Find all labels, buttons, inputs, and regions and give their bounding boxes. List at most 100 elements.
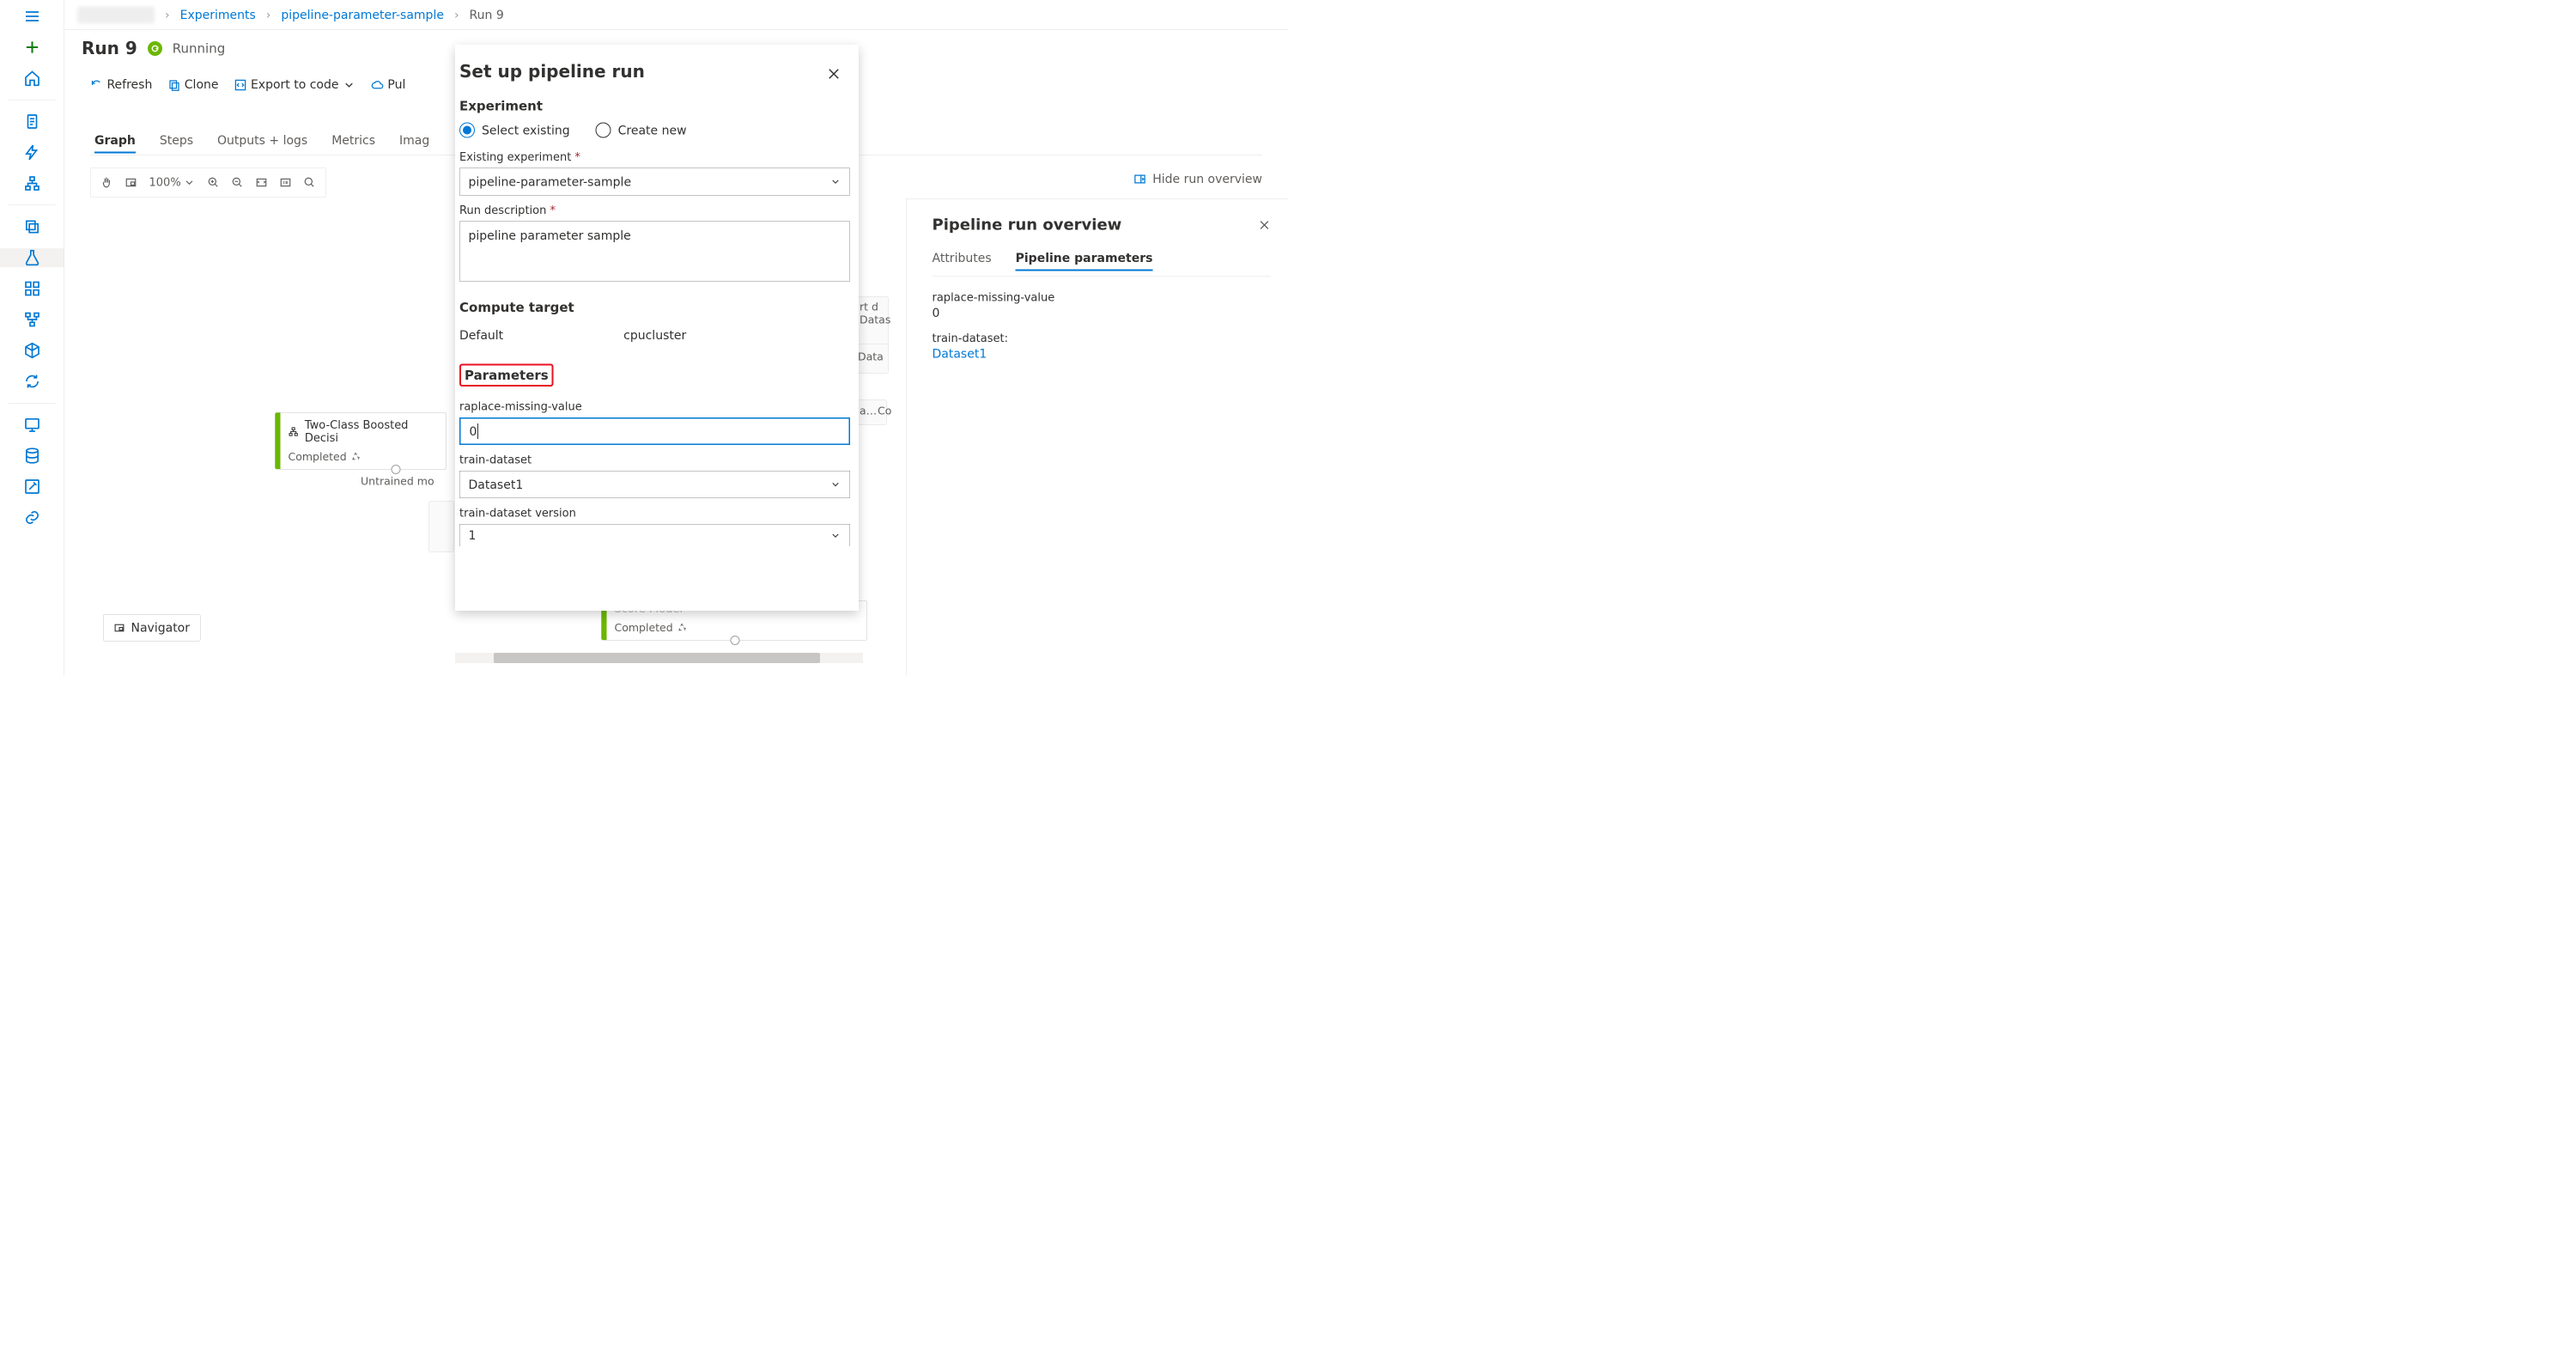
tab-graph[interactable]: Graph — [94, 133, 136, 154]
flask-icon — [23, 249, 40, 266]
clone-button[interactable]: Clone — [167, 77, 218, 92]
tab-images[interactable]: Imag — [399, 133, 429, 154]
lightning-icon — [23, 144, 40, 161]
radio-create-new[interactable]: Create new — [596, 123, 687, 138]
link-icon — [23, 509, 40, 527]
compute-value: cpucluster — [623, 328, 686, 343]
pipeline-run-overview-panel: Pipeline run overview Attributes Pipelin… — [906, 198, 1288, 675]
graph-bg-label: a… — [860, 405, 877, 417]
fit-icon[interactable] — [256, 177, 268, 189]
run-description-input[interactable]: pipeline parameter sample — [459, 222, 850, 282]
grid-icon — [23, 280, 40, 297]
breadcrumb-pipeline[interactable]: pipeline-parameter-sample — [281, 8, 444, 22]
sidebar-experiments[interactable] — [0, 248, 64, 267]
param-train-dataset-select[interactable]: Dataset1 — [459, 471, 850, 498]
sidebar-datastores[interactable] — [0, 447, 64, 466]
database-icon — [23, 448, 40, 465]
recycle-icon — [678, 623, 688, 632]
main-tabs: Graph Steps Outputs + logs Metrics Imag — [94, 133, 429, 154]
minimap-icon[interactable] — [125, 177, 137, 189]
tree-icon — [23, 175, 40, 192]
zoom-level[interactable]: 100% — [149, 176, 196, 189]
sidebar-linked[interactable] — [0, 509, 64, 527]
sidebar-hamburger[interactable] — [0, 7, 64, 26]
canvas-toolbar: 100% — [90, 167, 326, 198]
clipboard-icon — [23, 113, 40, 131]
graph-bg-node — [428, 501, 454, 552]
sidebar-automl[interactable] — [0, 143, 64, 162]
sidebar-environments[interactable] — [0, 372, 64, 391]
left-sidebar — [0, 0, 64, 676]
port-label: Untrained mo — [361, 475, 434, 488]
experiment-radio-group: Select existing Create new — [459, 123, 850, 138]
radio-select-existing[interactable]: Select existing — [459, 123, 570, 138]
panel-icon — [1133, 173, 1146, 186]
plus-icon — [23, 39, 40, 56]
edit-icon — [23, 478, 40, 496]
experiment-header: Experiment — [459, 99, 850, 114]
publish-button[interactable]: Pul — [371, 77, 405, 92]
node-output-port[interactable] — [392, 465, 401, 474]
chevron-right-icon: › — [454, 8, 459, 22]
workspace-name-redacted — [77, 6, 155, 23]
graph-hscroll-thumb[interactable] — [494, 653, 820, 663]
sidebar-endpoints[interactable] — [0, 341, 64, 360]
sidebar-notebooks[interactable] — [0, 113, 64, 131]
refresh-button[interactable]: Refresh — [90, 77, 152, 92]
navigator-button[interactable]: Navigator — [103, 614, 201, 642]
module-icon — [289, 426, 299, 437]
sidebar-home[interactable] — [0, 69, 64, 88]
page-title: Run 9 — [82, 39, 137, 58]
tab-attributes[interactable]: Attributes — [933, 251, 992, 271]
tab-metrics[interactable]: Metrics — [331, 133, 375, 154]
param-replace-missing-input[interactable]: 0 — [459, 417, 850, 445]
tab-outputs[interactable]: Outputs + logs — [217, 133, 307, 154]
overview-title: Pipeline run overview — [933, 216, 1272, 234]
node-output-port[interactable] — [731, 636, 740, 645]
sidebar-compute[interactable] — [0, 416, 64, 435]
sidebar-labeling[interactable] — [0, 478, 64, 496]
chevron-right-icon: › — [165, 8, 170, 22]
graph-bg-label: Co — [878, 405, 891, 417]
graph-bg-label: Datas — [860, 314, 890, 326]
compute-default-label: Default — [459, 328, 503, 343]
home-icon — [23, 70, 40, 87]
close-icon[interactable] — [1258, 219, 1271, 232]
clone-icon — [167, 79, 180, 92]
sidebar-pipelines[interactable] — [0, 279, 64, 298]
param-name: train-dataset: — [933, 332, 1272, 345]
breadcrumb: › Experiments › pipeline-parameter-sampl… — [64, 0, 1288, 30]
zoom-in-icon[interactable] — [208, 177, 220, 189]
existing-experiment-select[interactable]: pipeline-parameter-sample — [459, 168, 850, 196]
pan-icon[interactable] — [101, 177, 113, 189]
sidebar-datasets[interactable] — [0, 217, 64, 236]
zoom-out-icon[interactable] — [232, 177, 244, 189]
graph-node-two-class[interactable]: Two-Class Boosted Decisi Completed — [275, 412, 447, 470]
node-status: Completed — [615, 622, 673, 635]
cloud-icon — [371, 79, 384, 92]
page-header: Run 9 Running — [82, 39, 225, 58]
hide-run-overview-button[interactable]: Hide run overview — [1133, 172, 1262, 186]
cube-icon — [23, 342, 40, 359]
sidebar-add[interactable] — [0, 38, 64, 57]
breadcrumb-experiments[interactable]: Experiments — [180, 8, 256, 22]
param-value-link[interactable]: Dataset1 — [933, 347, 1272, 362]
compute-target-header: Compute target — [459, 301, 850, 316]
node-status: Completed — [289, 451, 347, 464]
tab-pipeline-parameters[interactable]: Pipeline parameters — [1016, 251, 1153, 271]
chevron-down-icon — [830, 176, 841, 187]
tab-steps[interactable]: Steps — [160, 133, 193, 154]
sidebar-designer[interactable] — [0, 174, 64, 193]
actual-size-icon[interactable] — [280, 177, 292, 189]
export-button[interactable]: Export to code — [234, 77, 355, 92]
parameters-header-highlighted: Parameters — [459, 364, 554, 387]
branch-icon — [23, 311, 40, 328]
param-train-dataset-version-label: train-dataset version — [459, 507, 850, 520]
sidebar-models[interactable] — [0, 310, 64, 329]
recycle-icon — [352, 452, 361, 461]
node-status-bar — [276, 413, 281, 470]
search-icon[interactable] — [304, 177, 316, 189]
chevron-down-icon — [830, 530, 841, 541]
close-icon[interactable] — [826, 66, 841, 82]
param-train-dataset-version-select[interactable]: 1 — [459, 524, 850, 546]
